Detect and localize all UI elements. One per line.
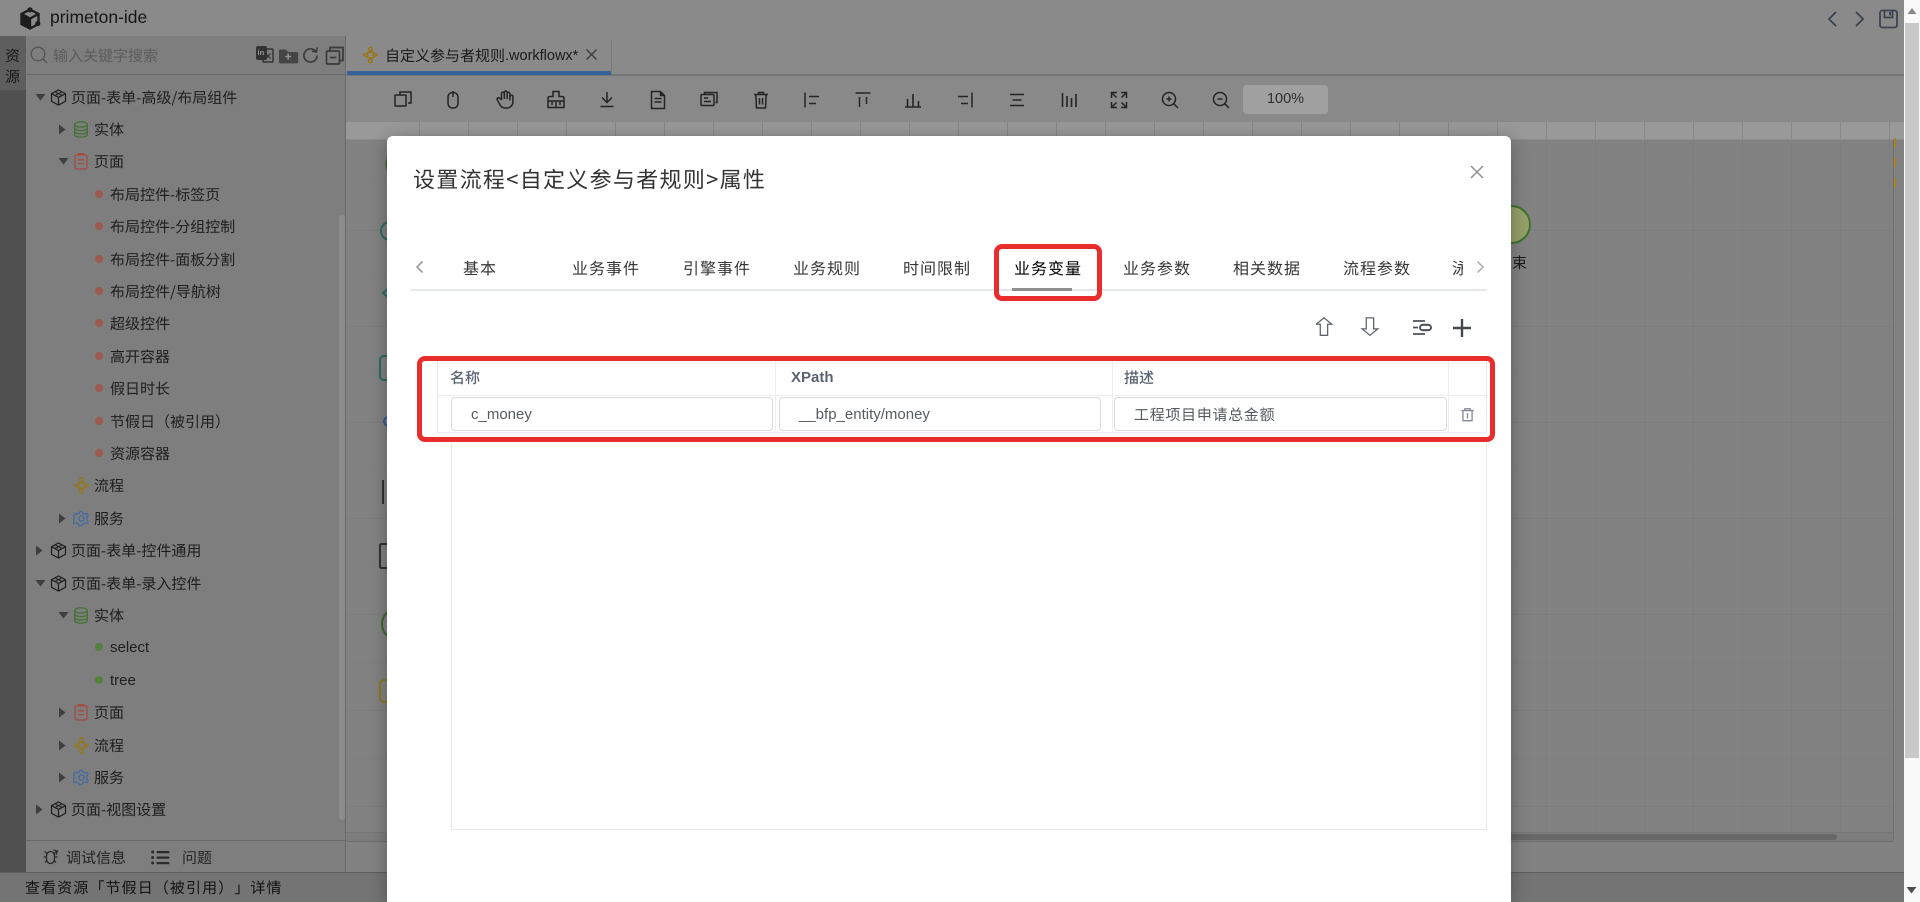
svg-text:in: in [258,48,265,57]
